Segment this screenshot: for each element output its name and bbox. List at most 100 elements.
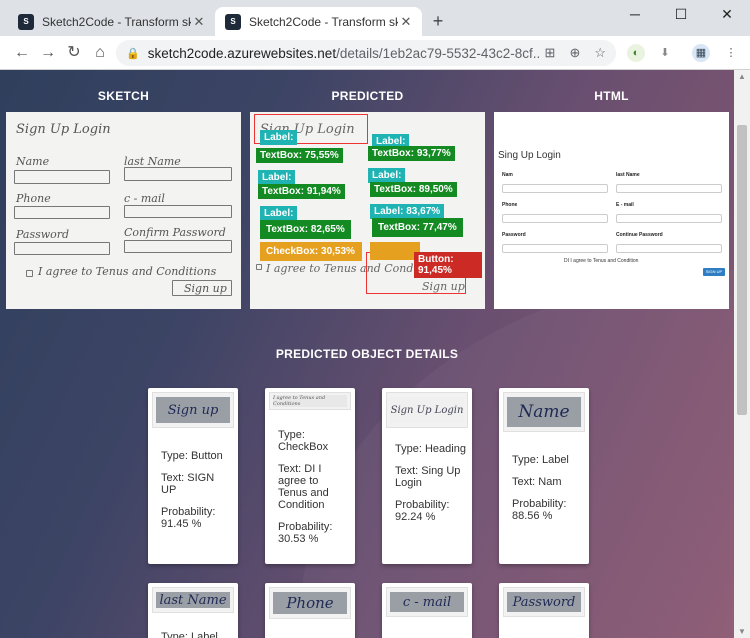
card-type: Type: CheckBox [278,429,329,453]
card-thumbnail: Name [503,392,585,432]
card-type: Type: Label [161,631,218,638]
predicted-image: Sign Up Login I agree to Tenus and Condi… [250,112,485,309]
sketch2code-favicon-icon: S [225,13,241,30]
sketch-textbox [124,240,232,253]
detection-checkbox-extra [370,242,420,260]
preview-input [616,214,722,223]
preview-label: Continue Password [616,232,663,238]
sketch-label: Phone [16,192,51,205]
sketch-label: Password [16,228,70,241]
extension-icon[interactable]: ◐ [627,44,645,62]
sketch-image: Sign Up Login Name last Name Phone c - m… [6,112,241,309]
sketch-checkbox-label: I agree to Tenus and Conditions [38,265,217,278]
detail-card: Sign Up Login Type: Heading Text: Sing U… [382,388,472,564]
preview-checkbox: DI I agree to Tenus and Condition [564,258,639,264]
preview-label: Nam [502,172,513,178]
card-text: Text: DI I agree to Tenus and Condition [278,463,329,511]
sketch-textbox [14,206,110,219]
scroll-up-arrow-icon[interactable]: ▲ [738,72,746,81]
html-column-title: HTML [594,89,629,103]
download-icon[interactable]: ⬇ [656,44,674,62]
card-text: Text: Sing Up Login [395,465,461,489]
scroll-down-arrow-icon[interactable]: ▼ [738,627,746,636]
detection-label: Label: 83,67% [370,204,445,219]
tab-close-icon[interactable]: ✕ [398,14,414,30]
card-type: Type: Heading [395,443,466,455]
card-thumbnail: Phone [269,587,351,619]
sketch-button-label: Sign up [422,280,465,293]
url-text: sketch2code.azurewebsites.net/details/1e… [147,45,539,61]
detection-button: Button: 91,45% [414,252,482,278]
card-probability: Probability: 88.56 % [512,498,567,522]
scroll-thumb[interactable] [737,125,747,415]
card-thumbnail: Password [503,587,585,617]
address-bar[interactable]: 🔒 sketch2code.azurewebsites.net/details/… [116,40,616,66]
browser-tab-1[interactable]: S Sketch2Code - Transform sketc ✕ [8,7,215,36]
sketch-label: c - mail [124,192,165,205]
detail-card: Phone [265,583,355,638]
preview-input [502,184,608,193]
tab-title: Sketch2Code - Transform sketc [42,14,191,29]
reload-icon[interactable]: ↻ [62,41,86,65]
card-thumbnail: Sign Up Login [386,392,468,428]
detection-label: Label: [368,168,406,183]
detection-textbox: TextBox: 75,55% [256,148,343,163]
preview-label: last Name [616,172,640,178]
page-content: SKETCH PREDICTED HTML Sign Up Login Name… [0,70,734,638]
card-thumbnail: last Name [152,587,234,613]
detail-card: c - mail [382,583,472,638]
browser-tab-2[interactable]: S Sketch2Code - Transform sketc ✕ [215,7,422,36]
tab-close-icon[interactable]: ✕ [191,14,207,30]
maximize-button[interactable]: ☐ [658,0,704,30]
preview-input [502,244,608,253]
details-section-title: PREDICTED OBJECT DETAILS [275,347,459,361]
home-icon[interactable]: ⌂ [88,41,112,65]
detection-label: Label: [260,130,298,145]
minimize-button[interactable]: ─ [612,0,658,30]
browser-toolbar: ← → ↻ ⌂ 🔒 sketch2code.azurewebsites.net/… [0,36,750,70]
page-scrollbar[interactable]: ▲ ▼ [734,70,750,638]
detection-textbox: TextBox: 82,65% [260,220,351,239]
sketch-label: Confirm Password [124,226,226,239]
detection-textbox: TextBox: 91,94% [258,184,345,199]
preview-label: E - mail [616,202,634,208]
sketch-label: Name [16,155,50,168]
preview-label: Password [502,232,526,238]
detection-textbox: TextBox: 77,47% [372,218,463,237]
sketch-textbox [14,242,110,255]
translate-icon[interactable]: ⊞ [545,45,556,61]
card-thumbnail: Sign up [152,392,234,428]
sketch-heading: Sign Up Login [16,122,111,137]
new-tab-button[interactable]: + [428,11,448,31]
preview-signup-button: SIGN UP [703,268,725,276]
back-arrow-icon[interactable]: ← [10,41,34,65]
profile-avatar[interactable]: ▦ [692,44,710,62]
card-type: Type: Label [512,454,569,466]
preview-input [616,184,722,193]
detail-card: last Name Type: Label [148,583,238,638]
card-thumbnail: c - mail [386,587,468,617]
forward-arrow-icon[interactable]: → [36,41,60,65]
sketch-checkbox [26,270,33,277]
sketch-textbox [124,205,232,218]
tab-strip: S Sketch2Code - Transform sketc ✕ S Sket… [0,0,750,36]
card-text: Text: SIGN UP [161,472,215,496]
card-thumbnail: I agree to Tenus and Conditions [269,392,351,410]
sketch-column-title: SKETCH [97,89,150,103]
menu-dots-icon[interactable]: ⋮ [722,44,740,62]
preview-label: Phone [502,202,518,208]
card-probability: Probability: 92.24 % [395,499,450,523]
bookmark-star-icon[interactable]: ☆ [594,45,606,61]
detail-card: Name Type: Label Text: Nam Probability: … [499,388,589,564]
card-probability: Probability: 91.45 % [161,506,216,530]
detection-textbox: TextBox: 89,50% [370,182,457,197]
sketch-textbox [14,170,110,184]
detail-card: Password [499,583,589,638]
close-window-button[interactable]: ✕ [704,0,750,30]
detection-label: Label: [258,170,296,185]
sketch-button-label: Sign up [184,282,227,295]
html-preview: Sing Up Login Nam last Name Phone E - ma… [494,112,729,309]
zoom-icon[interactable]: ⊕ [569,45,580,61]
predicted-column-title: PREDICTED [331,89,404,103]
detection-checkbox: CheckBox: 30,53% [260,242,362,261]
